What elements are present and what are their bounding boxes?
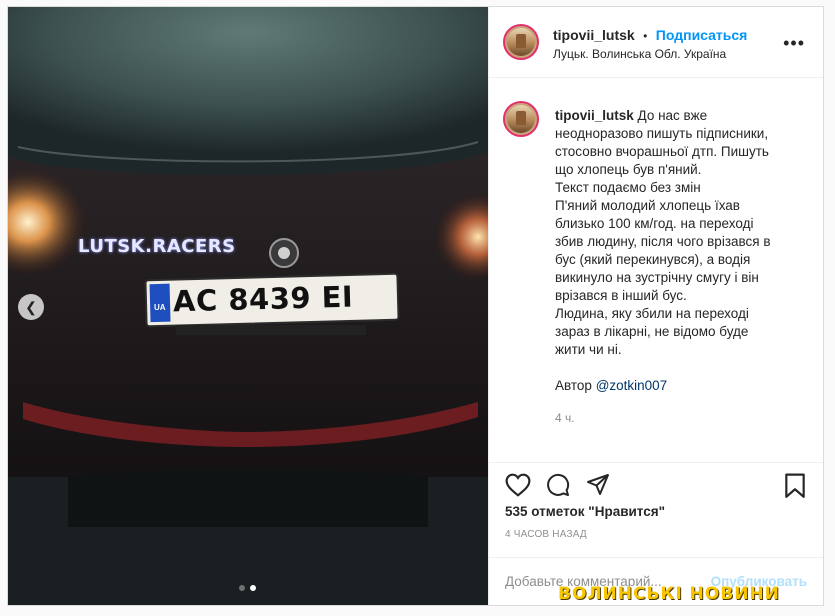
author-mention[interactable]: @zotkin007 <box>596 378 668 393</box>
action-bar <box>489 462 823 503</box>
more-options-icon[interactable]: ••• <box>783 33 805 54</box>
author-prefix: Автор <box>555 378 596 393</box>
caption-time: 4 ч. <box>555 411 575 425</box>
post-header: tipovii_lutsk • Подписаться Луцьк. Волин… <box>489 7 823 78</box>
caption-area: tipovii_lutsk До нас вже неодноразово пи… <box>489 77 823 457</box>
post-sidebar: tipovii_lutsk • Подписаться Луцьк. Волин… <box>488 7 823 605</box>
follow-button[interactable]: Подписаться <box>656 27 748 43</box>
likes-count[interactable]: 535 отметок "Нравится" <box>505 504 665 519</box>
carousel-dots <box>239 585 256 591</box>
caption-text-2: Текст подаємо без змін <box>555 180 701 195</box>
post-caption: tipovii_lutsk До нас вже неодноразово пи… <box>555 107 773 395</box>
post-timestamp: 4 ЧАСОВ НАЗАД <box>505 529 587 540</box>
separator-dot: • <box>643 29 648 43</box>
comment-icon[interactable] <box>545 473 571 497</box>
share-icon[interactable] <box>585 473 611 497</box>
header-username[interactable]: tipovii_lutsk <box>553 27 635 43</box>
caption-avatar[interactable] <box>503 101 539 137</box>
carousel-dot-active <box>250 585 256 591</box>
chevron-left-icon: ❮ <box>25 298 37 315</box>
watermark-logo: ВОЛИНСЬКІ НОВИНИ <box>558 584 780 604</box>
car-decal-text: LUTSK.RACERS <box>78 236 236 257</box>
caption-username[interactable]: tipovii_lutsk <box>555 108 634 123</box>
caption-text-4: Людина, яку збили на переході зараз в лі… <box>555 306 749 357</box>
heart-icon[interactable] <box>505 473 531 497</box>
caption-text-3: П'яний молодий хлопець їхав близько 100 … <box>555 198 771 303</box>
avatar[interactable] <box>503 24 539 60</box>
license-plate-text: AC 8439 EI <box>172 279 354 319</box>
location-link[interactable]: Луцьк. Волинська Обл. Україна <box>553 47 726 61</box>
plate-country: UA <box>154 303 166 312</box>
carousel-dot <box>239 585 245 591</box>
previous-photo-button[interactable]: ❮ <box>18 294 44 320</box>
post-photo[interactable]: UA AC 8439 EI LUTSK.RACERS ❮ <box>8 7 488 605</box>
instagram-post: UA AC 8439 EI LUTSK.RACERS ❮ tipovii_lut… <box>7 6 824 606</box>
bookmark-icon[interactable] <box>783 473 807 499</box>
